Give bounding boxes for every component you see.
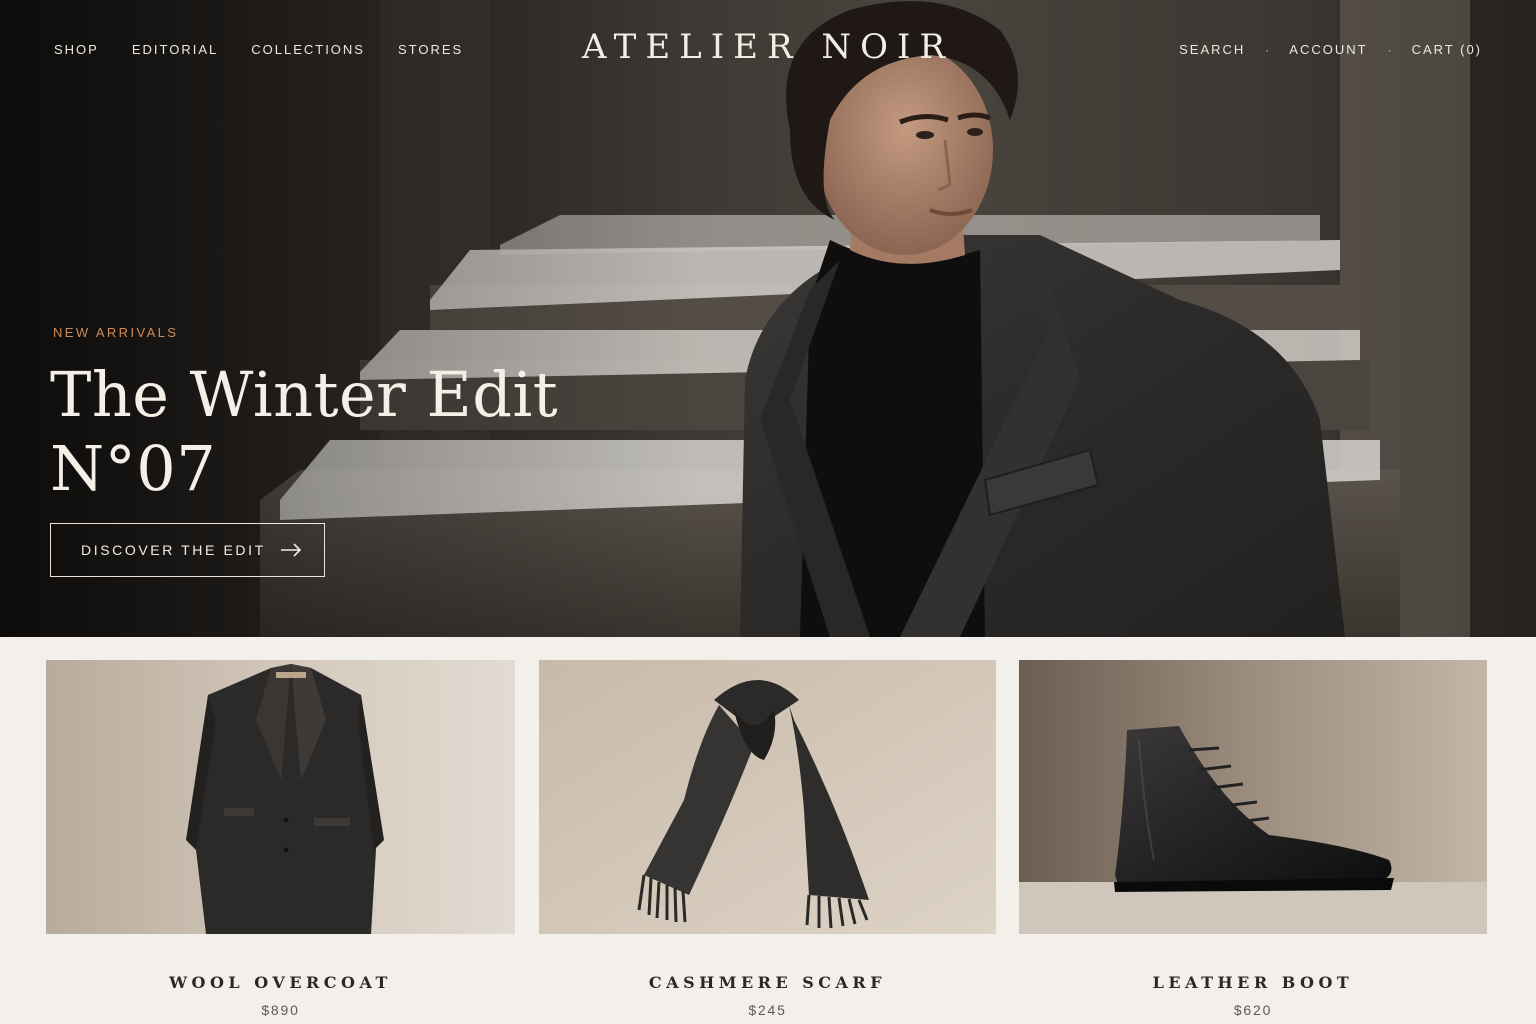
- hero-banner: SHOP EDITORIAL COLLECTIONS STORES ATELIE…: [0, 0, 1536, 637]
- product-name: WOOL OVERCOAT: [169, 973, 392, 992]
- arrow-right-icon: [280, 543, 301, 557]
- discover-edit-button[interactable]: DISCOVER THE EDIT: [50, 523, 325, 577]
- product-name: CASHMERE SCARF: [648, 973, 887, 992]
- cart-link[interactable]: CART (0): [1412, 42, 1482, 57]
- search-link[interactable]: SEARCH: [1179, 42, 1245, 57]
- product-price: $890: [261, 1002, 300, 1018]
- hero-title-line1: The Winter Edit: [50, 358, 559, 431]
- product-price: $620: [1233, 1002, 1273, 1018]
- utility-nav: SEARCH · ACCOUNT · CART (0): [1179, 42, 1482, 57]
- account-link[interactable]: ACCOUNT: [1289, 42, 1367, 57]
- hero-title: The Winter Edit N°07: [50, 358, 610, 506]
- product-grid: WOOL OVERCOAT $890 CASHMERE SCARF $245 L…: [0, 637, 1536, 1024]
- product-price: $245: [748, 1002, 787, 1018]
- product-name: LEATHER BOOT: [1152, 973, 1354, 992]
- hero-eyebrow: NEW ARRIVALS: [53, 325, 179, 340]
- nav-separator: ·: [1265, 42, 1270, 57]
- product-image-cashmere-scarf: [539, 660, 996, 934]
- nav-separator: ·: [1387, 42, 1392, 57]
- hero-title-line2: N°07: [50, 432, 217, 505]
- product-image-leather-boot: [1019, 660, 1487, 934]
- product-image-wool-overcoat: [46, 660, 515, 934]
- cta-label: DISCOVER THE EDIT: [81, 542, 266, 558]
